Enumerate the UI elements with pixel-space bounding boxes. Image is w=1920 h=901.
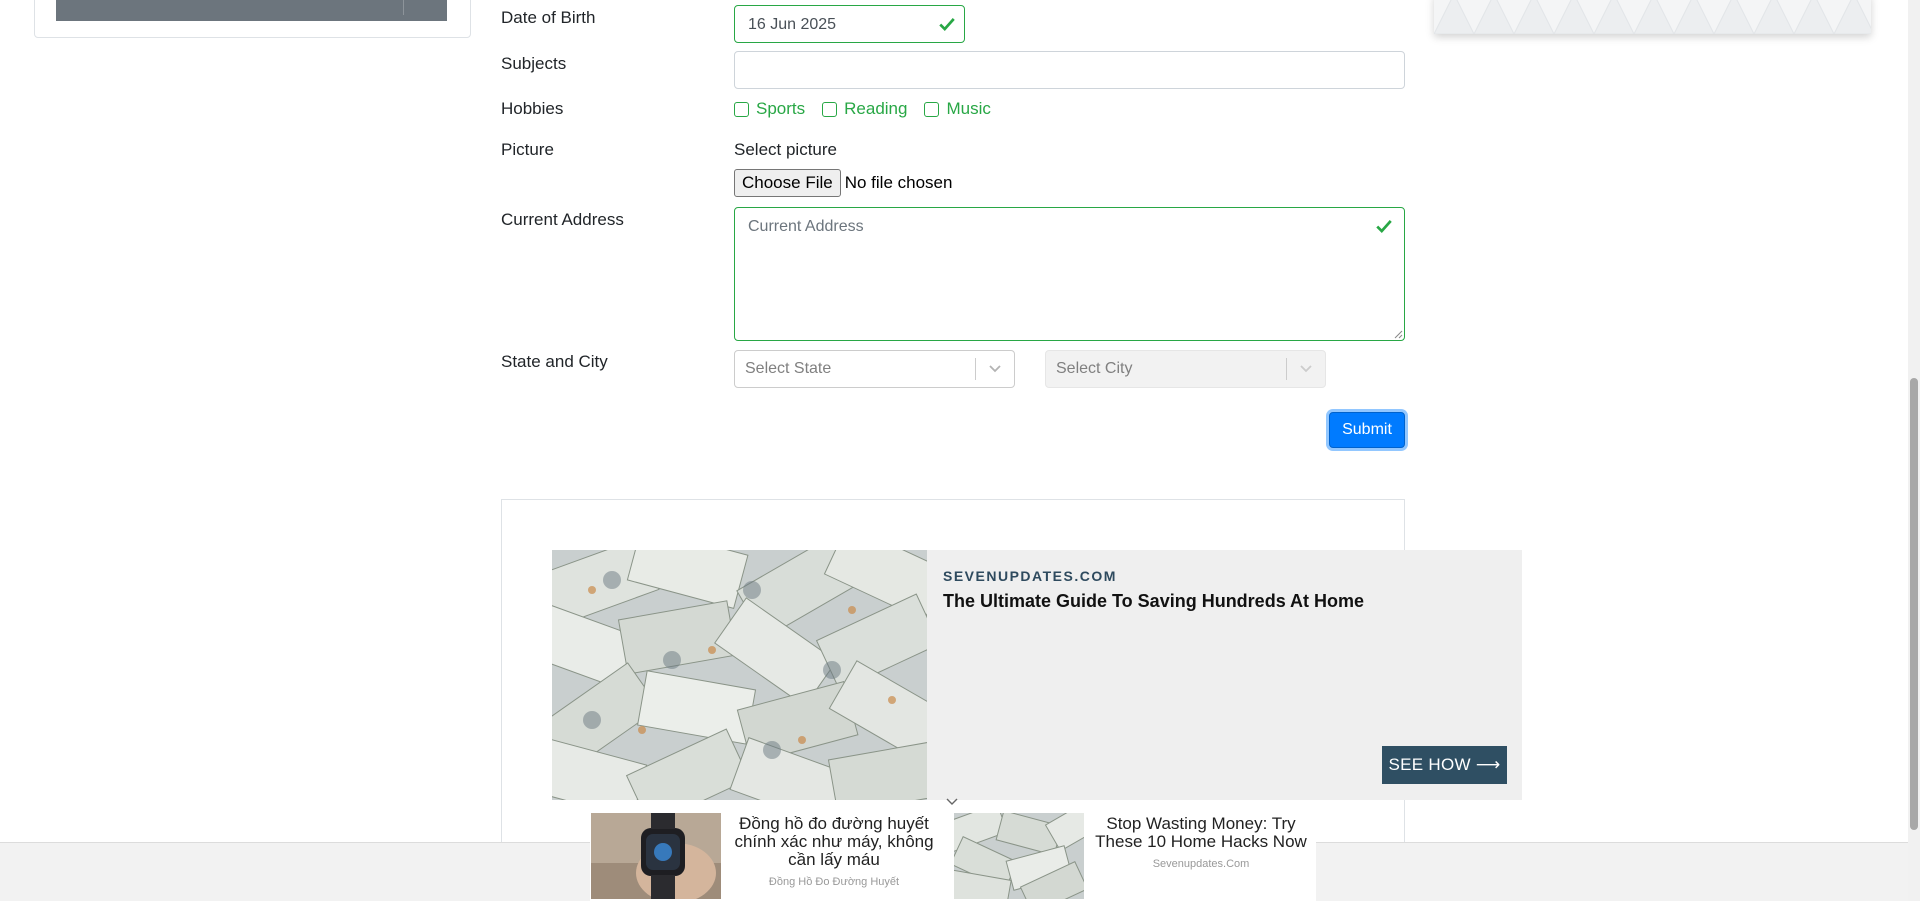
sidebar-active-item[interactable]: [56, 0, 447, 21]
subjects-input[interactable]: [734, 51, 1405, 89]
city-select[interactable]: Select City: [1045, 350, 1326, 388]
watch-ad-image[interactable]: [591, 813, 721, 899]
address-textarea[interactable]: Current Address: [734, 207, 1405, 341]
collapse-chevron-icon[interactable]: [945, 797, 959, 807]
check-icon: [1376, 220, 1392, 234]
subjects-label: Subjects: [501, 54, 567, 73]
resize-handle-icon[interactable]: [1393, 329, 1403, 339]
state-city-label: State and City: [501, 352, 608, 371]
sidebar-divider: [403, 0, 404, 15]
check-icon: [939, 18, 955, 32]
submit-button[interactable]: Submit: [1329, 412, 1405, 448]
address-placeholder: Current Address: [748, 218, 864, 235]
bottom-ad-1-title[interactable]: Đồng hồ đo đường huyết chính xác như máy…: [723, 815, 945, 869]
chevron-down-icon[interactable]: [976, 364, 1014, 374]
hobbies-label: Hobbies: [501, 99, 564, 118]
dob-value: 16 Jun 2025: [748, 16, 837, 33]
right-ad-banner[interactable]: [1434, 0, 1871, 34]
ad-domain[interactable]: SEVENUPDATES.COM: [943, 568, 1117, 584]
reading-checkbox[interactable]: [822, 101, 838, 117]
scrollbar-thumb[interactable]: [1910, 378, 1918, 830]
see-how-button[interactable]: SEE HOW ⟶: [1382, 746, 1507, 784]
money-ad-image[interactable]: [552, 550, 927, 800]
hobby-music[interactable]: Music: [924, 99, 991, 119]
address-label: Current Address: [501, 210, 624, 229]
hobby-reading[interactable]: Reading: [822, 99, 907, 119]
hobby-music-label: Music: [946, 99, 991, 118]
picture-label: Picture: [501, 140, 554, 159]
hobby-sports[interactable]: Sports: [734, 99, 805, 119]
picture-caption: Select picture: [734, 140, 837, 159]
hobbies-group: Sports Reading Music: [734, 99, 991, 119]
city-placeholder: Select City: [1056, 360, 1133, 377]
bottom-ad-strip: Đồng hồ đo đường huyết chính xác như máy…: [590, 812, 1316, 901]
bottom-ad-1-source[interactable]: Đồng Hồ Đo Đường Huyết: [723, 876, 945, 888]
sports-checkbox[interactable]: [734, 101, 749, 117]
dob-label: Date of Birth: [501, 8, 596, 27]
hobby-sports-label: Sports: [756, 99, 806, 118]
dob-input[interactable]: 16 Jun 2025: [734, 5, 965, 43]
state-select[interactable]: Select State: [734, 350, 1015, 388]
money-thumb-image[interactable]: [954, 813, 1084, 899]
bottom-ad-2-source[interactable]: Sevenupdates.Com: [1086, 858, 1316, 870]
choose-file-button[interactable]: Choose File: [734, 169, 841, 197]
file-status: No file chosen: [844, 173, 953, 192]
music-checkbox[interactable]: [924, 101, 940, 117]
ad-headline[interactable]: The Ultimate Guide To Saving Hundreds At…: [943, 591, 1364, 612]
file-upload: Choose File No file chosen: [734, 169, 952, 197]
bottom-ad-2-title[interactable]: Stop Wasting Money: Try These 10 Home Ha…: [1086, 815, 1316, 851]
chevron-down-icon[interactable]: [1287, 364, 1325, 374]
right-ad-pattern: [1434, 0, 1871, 34]
hobby-reading-label: Reading: [844, 99, 908, 118]
state-placeholder: Select State: [745, 360, 832, 377]
